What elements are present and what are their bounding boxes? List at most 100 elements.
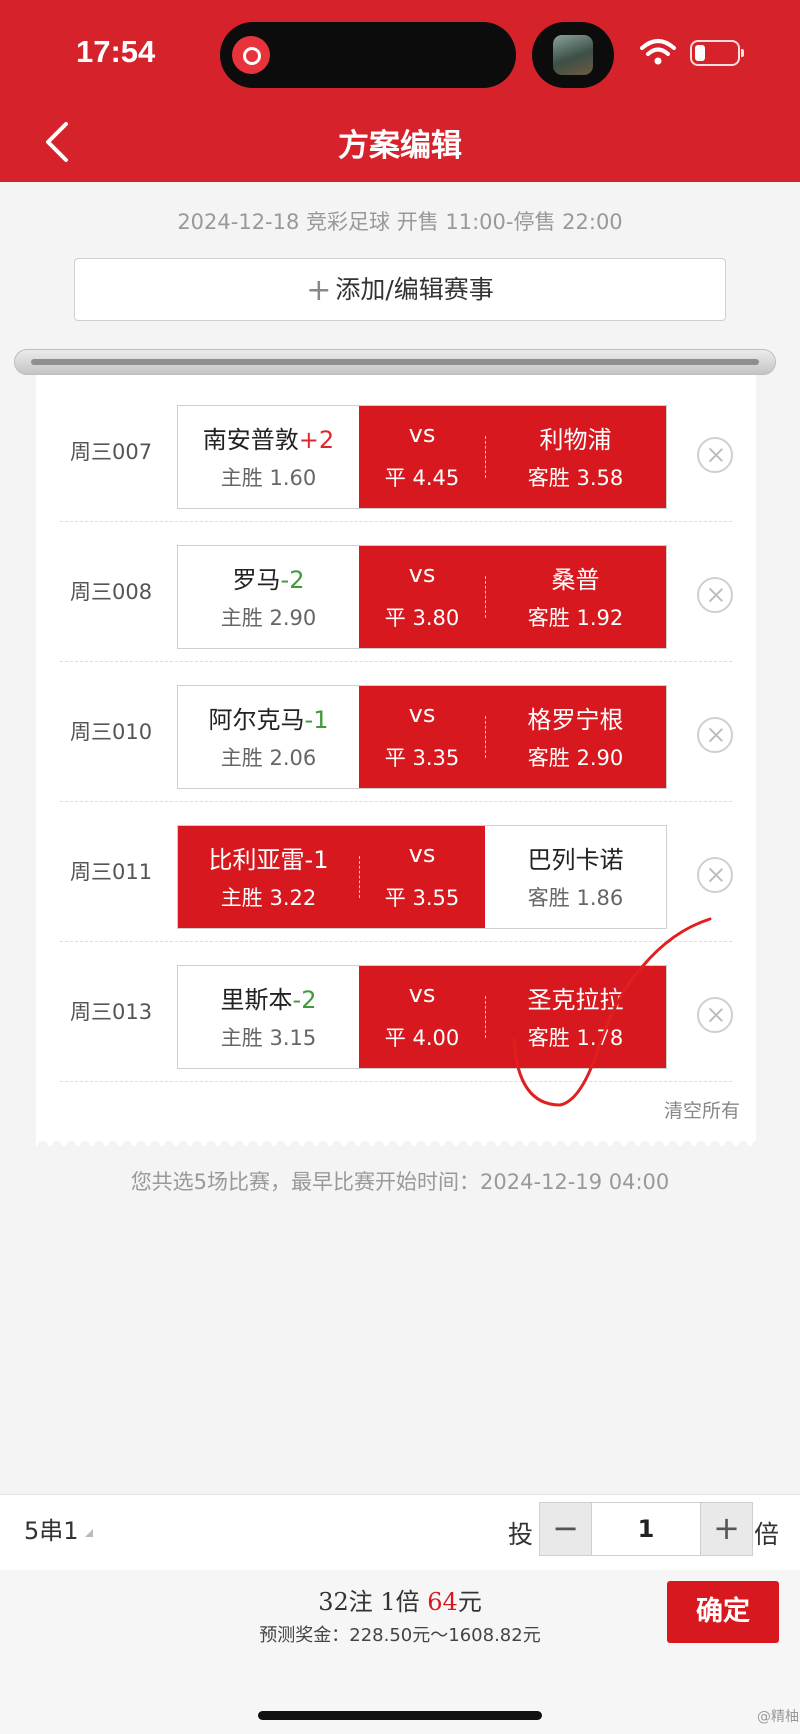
away-win-option[interactable]: 利物浦客胜 3.58 <box>485 406 666 508</box>
home-win-option[interactable]: 比利亚雷-1 主胜 3.22 <box>178 826 359 928</box>
match-row: 周三007 南安普敦+2 主胜 1.60 vs 平 4.45 利物浦 客胜 3.58 <box>36 382 756 522</box>
away-win-odds: 客胜 1.78 <box>527 1026 624 1050</box>
sale-info: 2024-12-18 竞彩足球 开售 11:00-停售 22:00 <box>177 210 623 234</box>
match-card: 比利亚雷-1 主胜 3.22 vs 平 3.55 巴列卡诺 客胜 1.86 <box>177 825 667 929</box>
page-title: 方案编辑 <box>338 128 462 164</box>
match-row: 周三013 里斯本-2 主胜 3.15 vs 平 4.00 圣克拉拉客胜 1.78 <box>36 942 756 1082</box>
odds-divider <box>485 436 486 478</box>
home-indicator <box>258 1711 542 1720</box>
home-team: 阿尔克马-1 <box>178 700 359 735</box>
printer-roller <box>14 349 776 375</box>
confirm-button[interactable]: 确定 <box>667 1581 779 1643</box>
bet-count-text: 32注 1倍 <box>318 1588 428 1616</box>
vs-label: vs <box>408 560 436 588</box>
media-island <box>532 22 614 88</box>
draw-odds: 平 3.55 <box>384 886 460 910</box>
home-win-odds: 主胜 3.15 <box>220 1026 317 1050</box>
match-code: 周三013 <box>70 1000 153 1024</box>
remove-match-button[interactable] <box>697 857 733 893</box>
battery-icon <box>690 40 744 66</box>
away-team-name: 格罗宁根 <box>527 706 624 734</box>
draw-odds: 平 4.45 <box>384 466 460 490</box>
home-team-name: 里斯本 <box>220 986 293 1014</box>
draw-option[interactable]: vs 平 4.45 <box>359 406 485 508</box>
away-win-option[interactable]: 巴列卡诺 客胜 1.86 <box>485 826 666 928</box>
match-card: 里斯本-2 主胜 3.15 vs 平 4.00 圣克拉拉客胜 1.78 <box>177 965 667 1069</box>
draw-option[interactable]: vs 平 4.00 <box>359 966 485 1068</box>
vs-label: vs <box>408 980 436 1008</box>
multiplier-input[interactable]: 1 <box>593 1503 699 1555</box>
home-win-option[interactable]: 罗马-2 主胜 2.90 <box>178 546 359 648</box>
home-win-odds: 主胜 3.22 <box>220 886 317 910</box>
odds-divider <box>359 856 360 898</box>
match-row: 周三010 阿尔克马-1 主胜 2.06 vs 平 3.35 格罗宁根客胜 2.90 <box>36 662 756 802</box>
away-team-name: 巴列卡诺 <box>527 846 624 874</box>
row-divider <box>60 1081 732 1082</box>
bet-bar: 5串1 投 − 1 + 倍 <box>0 1494 800 1570</box>
draw-odds: 平 3.35 <box>384 746 460 770</box>
away-team-name: 桑普 <box>551 566 600 594</box>
wifi-icon <box>640 39 676 65</box>
decrease-multiplier-button[interactable]: − <box>540 1503 592 1555</box>
bet-amount: 64 <box>427 1588 458 1616</box>
odds-divider <box>485 996 486 1038</box>
vs-label: vs <box>408 700 436 728</box>
match-row: 周三008 罗马-2 主胜 2.90 vs 平 3.80 桑普 客胜 1.92 <box>36 522 756 662</box>
home-team: 罗马-2 <box>178 560 359 595</box>
vs-label: vs <box>408 840 436 868</box>
currency-label: 元 <box>457 1588 482 1616</box>
music-app-icon <box>232 36 270 74</box>
home-win-option[interactable]: 阿尔克马-1 主胜 2.06 <box>178 686 359 788</box>
match-card: 南安普敦+2 主胜 1.60 vs 平 4.45 利物浦 客胜 3.58 <box>177 405 667 509</box>
home-win-odds: 主胜 2.06 <box>220 746 317 770</box>
remove-match-button[interactable] <box>697 717 733 753</box>
away-team-name: 利物浦 <box>539 426 612 454</box>
draw-option[interactable]: vs 平 3.35 <box>359 686 485 788</box>
match-code: 周三008 <box>70 580 153 604</box>
remove-match-button[interactable] <box>697 997 733 1033</box>
away-team-name: 圣克拉拉 <box>527 986 624 1014</box>
parlay-type-select[interactable]: 5串1 <box>24 1509 93 1553</box>
draw-odds: 平 4.00 <box>384 1026 460 1050</box>
home-win-option[interactable]: 南安普敦+2 主胜 1.60 <box>178 406 359 508</box>
match-code: 周三011 <box>70 860 153 884</box>
match-row: 周三011 比利亚雷-1 主胜 3.22 vs 平 3.55 巴列卡诺 客胜 1.86 <box>36 802 756 942</box>
draw-option[interactable]: vs 平 3.55 <box>359 826 485 928</box>
handicap: +2 <box>298 426 335 454</box>
add-edit-match-label: 添加/编辑赛事 <box>335 275 494 304</box>
add-edit-match-button[interactable]: + 添加/编辑赛事 <box>74 258 726 321</box>
remove-match-button[interactable] <box>697 437 733 473</box>
draw-option[interactable]: vs 平 3.80 <box>359 546 485 648</box>
multiplier-unit-label: 倍 <box>754 1520 780 1549</box>
home-team-name: 比利亚雷 <box>208 846 305 874</box>
away-win-option[interactable]: 格罗宁根客胜 2.90 <box>485 686 666 788</box>
match-code: 周三007 <box>70 440 153 464</box>
multiplier-stepper: − 1 + <box>539 1502 753 1556</box>
watermark: @精柚 <box>757 1709 799 1725</box>
handicap: -1 <box>304 706 329 734</box>
dropdown-triangle-icon <box>84 1529 93 1537</box>
clear-all-button[interactable]: 清空所有 <box>620 1096 740 1123</box>
draw-odds: 平 3.80 <box>384 606 460 630</box>
home-win-odds: 主胜 1.60 <box>220 466 317 490</box>
dynamic-island <box>220 22 516 88</box>
home-team: 比利亚雷-1 <box>178 840 359 875</box>
home-team: 里斯本-2 <box>178 980 359 1015</box>
away-win-odds: 客胜 2.90 <box>527 746 624 770</box>
plus-icon: + <box>306 273 332 308</box>
vs-label: vs <box>408 420 436 448</box>
home-win-option[interactable]: 里斯本-2 主胜 3.15 <box>178 966 359 1068</box>
away-win-option[interactable]: 桑普 客胜 1.92 <box>485 546 666 648</box>
handicap: -1 <box>304 846 329 874</box>
increase-multiplier-button[interactable]: + <box>700 1503 752 1555</box>
status-time: 17:54 <box>76 34 156 69</box>
handicap: -2 <box>292 986 317 1014</box>
home-team-name: 罗马 <box>232 566 281 594</box>
away-win-odds: 客胜 3.58 <box>527 466 624 490</box>
stake-label: 投 <box>508 1520 534 1549</box>
ticket-torn-edge <box>36 1138 756 1146</box>
home-win-odds: 主胜 2.90 <box>220 606 317 630</box>
match-code: 周三010 <box>70 720 153 744</box>
remove-match-button[interactable] <box>697 577 733 613</box>
away-win-option[interactable]: 圣克拉拉客胜 1.78 <box>485 966 666 1068</box>
